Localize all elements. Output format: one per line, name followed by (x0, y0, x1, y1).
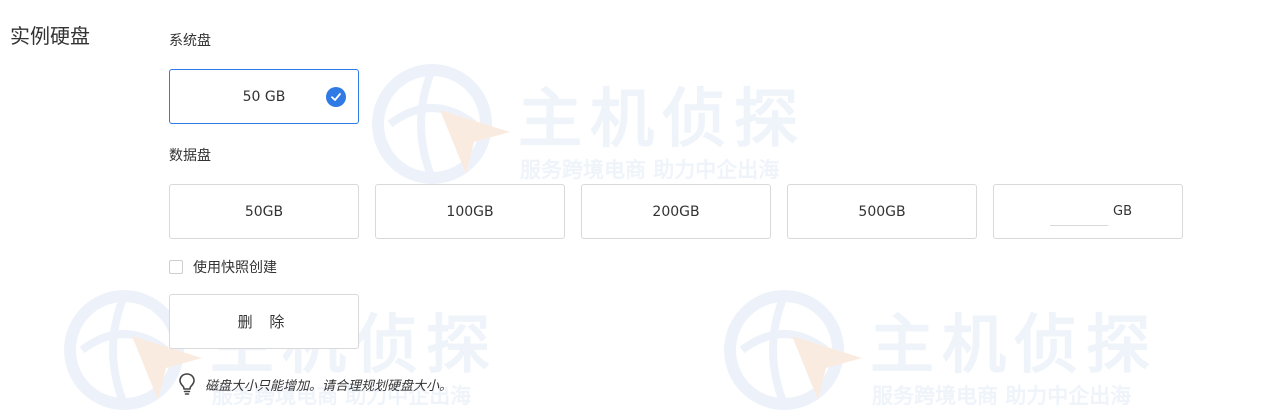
delete-button[interactable]: 删 除 (169, 294, 359, 349)
watermark-title: 主机侦探 (870, 309, 1158, 383)
snapshot-label: 使用快照创建 (193, 260, 277, 276)
watermark-logo-icon (372, 64, 510, 184)
data-disk-option-50gb[interactable]: 50GB (169, 184, 359, 239)
data-disk-option-label: 200GB (652, 203, 700, 220)
watermark: 主机侦探 服务跨境电商 助力中企出海 (370, 62, 840, 192)
watermark-logo-icon (724, 290, 862, 410)
section-title: 实例硬盘 (10, 24, 90, 48)
data-disk-label: 数据盘 (169, 148, 211, 164)
check-icon (326, 86, 346, 107)
data-disk-option-label: 500GB (858, 203, 906, 220)
system-disk-option-label: 50 GB (242, 88, 286, 105)
tip-text: 磁盘大小只能增加。请合理规划硬盘大小。 (205, 378, 453, 394)
data-disk-option-100gb[interactable]: 100GB (375, 184, 565, 239)
watermark-title: 主机侦探 (518, 83, 806, 157)
system-disk-option[interactable]: 50 GB (169, 69, 359, 124)
system-disk-label: 系统盘 (169, 33, 211, 49)
snapshot-checkbox[interactable] (169, 260, 183, 274)
watermark-subtitle: 服务跨境电商 助力中企出海 (520, 158, 780, 182)
tip: 磁盘大小只能增加。请合理规划硬盘大小。 (178, 372, 452, 396)
custom-size-unit: GB (1113, 204, 1132, 219)
data-disk-option-500gb[interactable]: 500GB (787, 184, 977, 239)
data-disk-option-label: 100GB (446, 203, 494, 220)
watermark-subtitle: 服务跨境电商 助力中企出海 (872, 384, 1132, 408)
data-disk-option-200gb[interactable]: 200GB (581, 184, 771, 239)
data-disk-option-label: 50GB (244, 203, 284, 220)
watermark: 主机侦探 服务跨境电商 助力中企出海 (722, 288, 1192, 418)
snapshot-option[interactable]: 使用快照创建 (169, 257, 277, 277)
custom-size-input[interactable] (1050, 199, 1108, 226)
data-disk-custom-option[interactable]: GB (993, 184, 1183, 239)
lightbulb-icon (179, 373, 195, 395)
